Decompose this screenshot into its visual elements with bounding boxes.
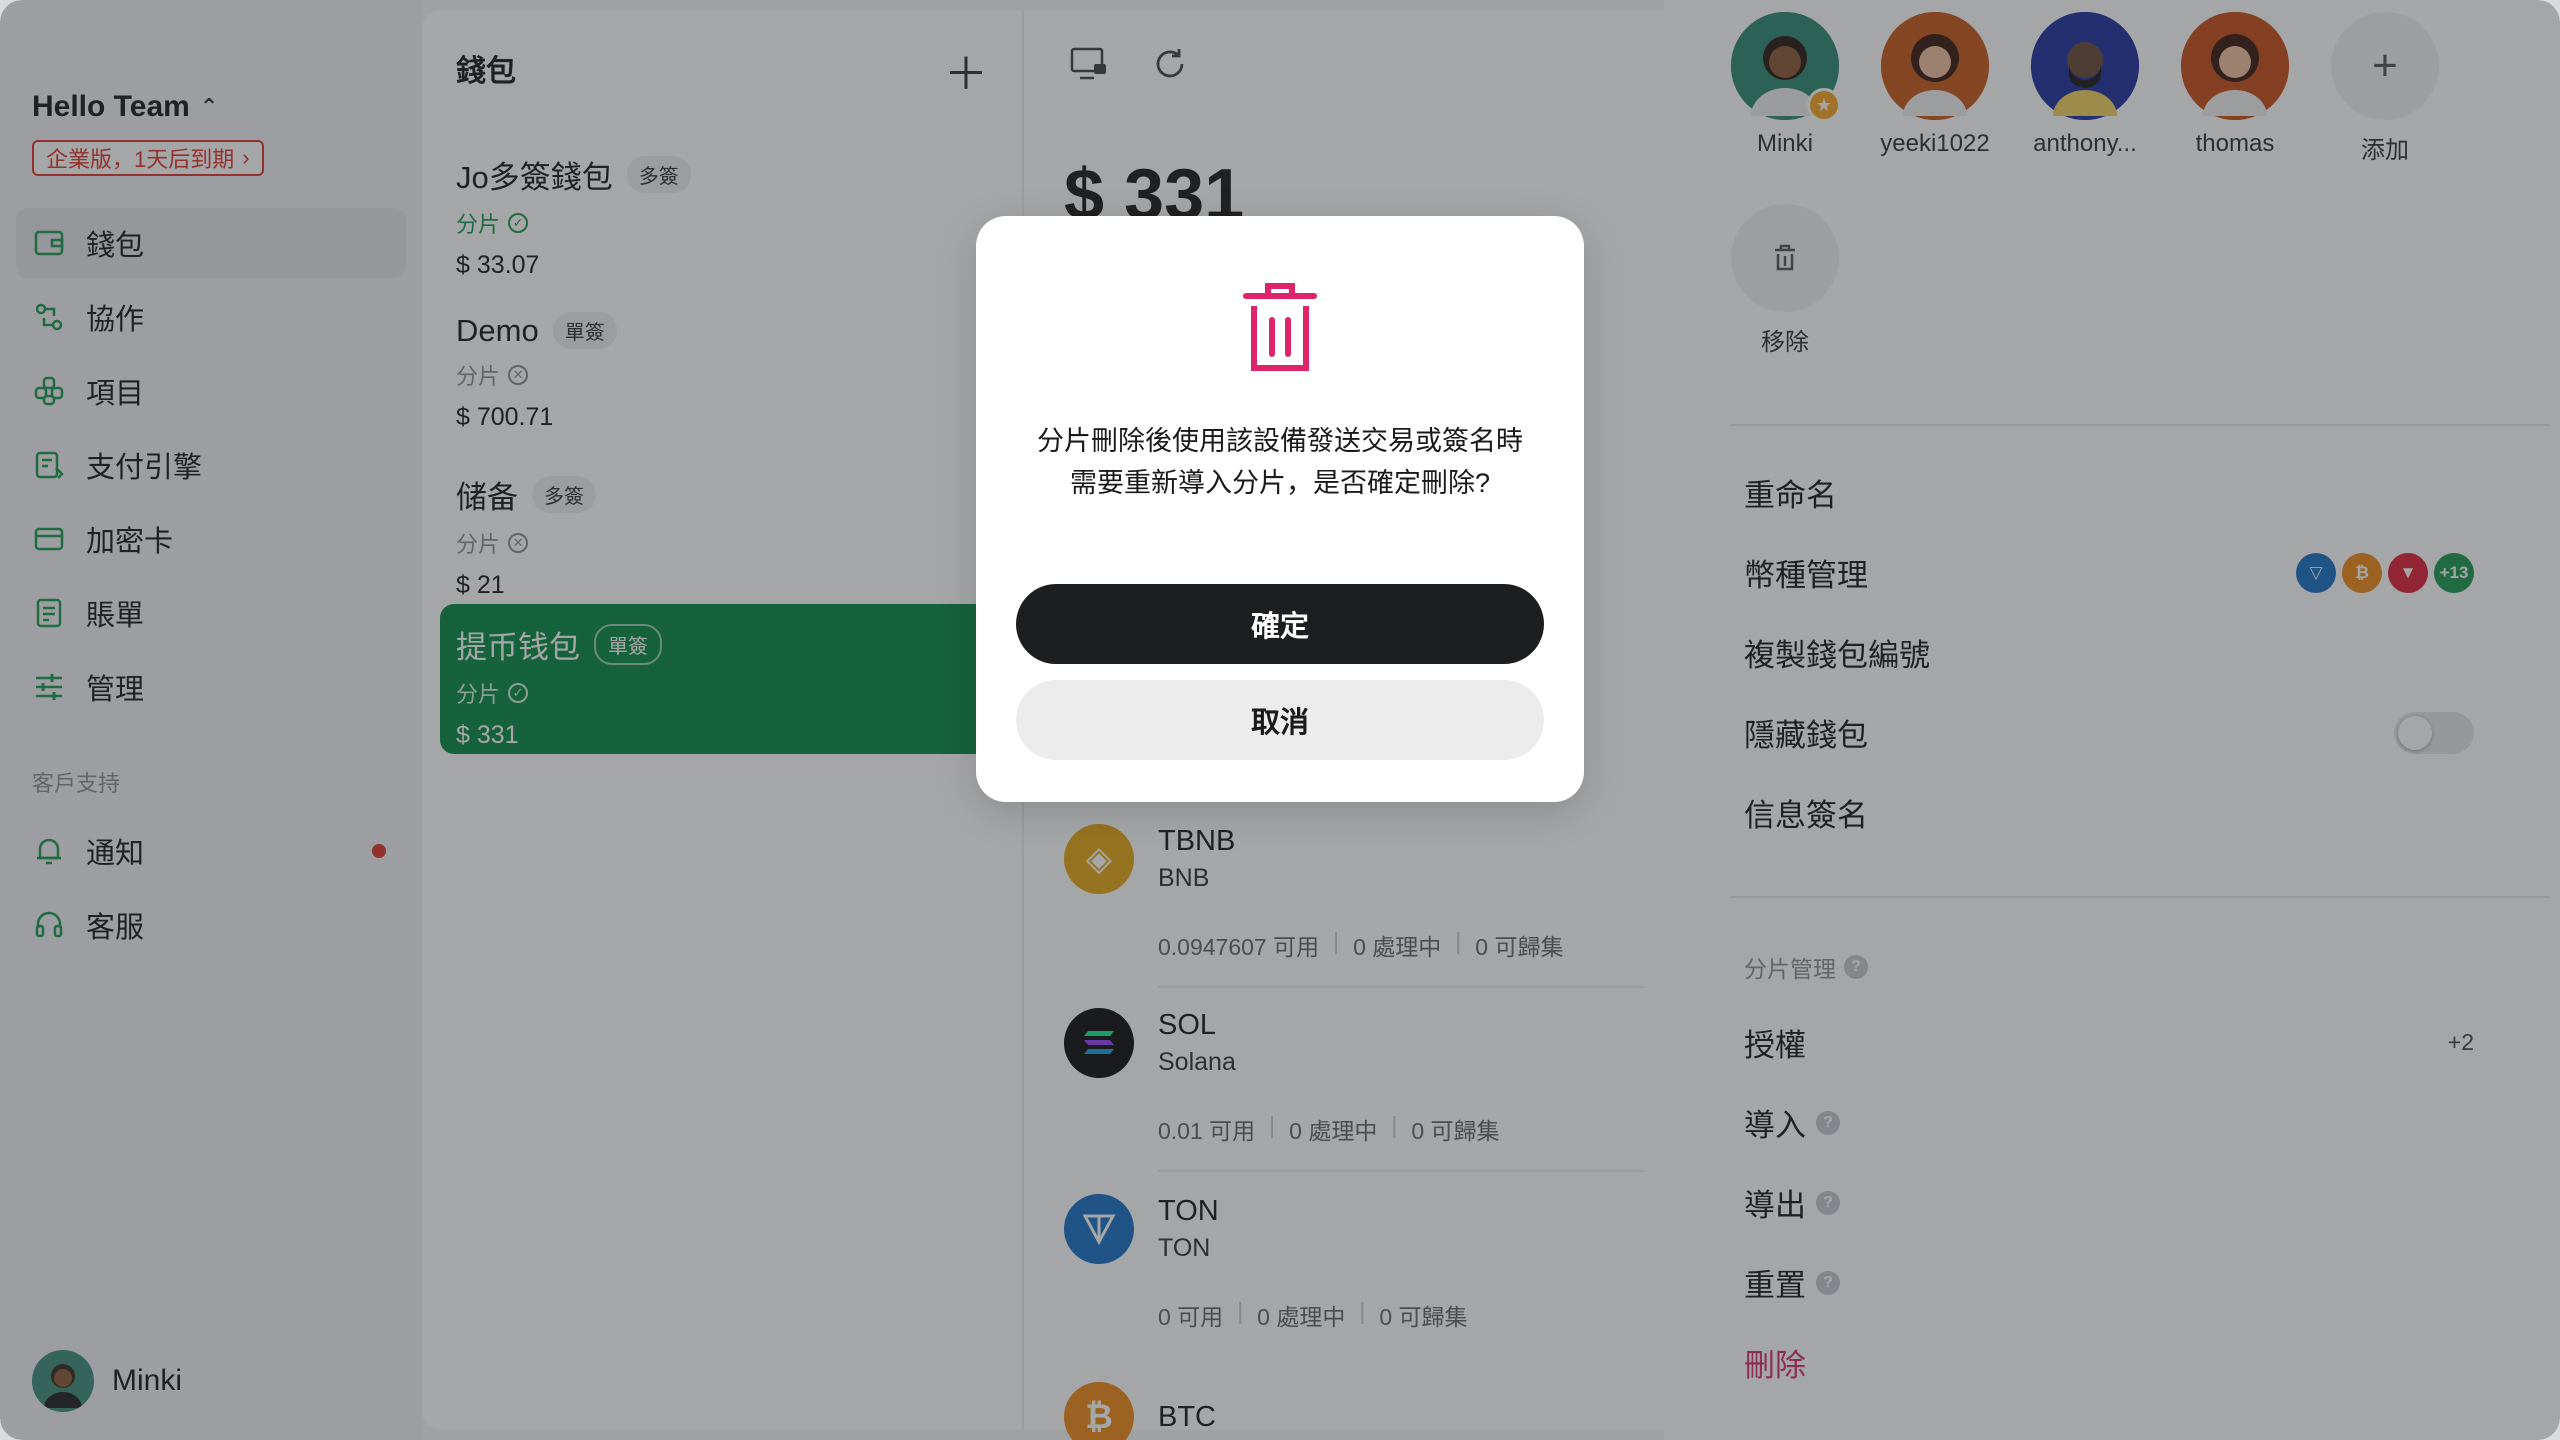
dialog-message-line: 需要重新導入分片，是否確定刪除? xyxy=(1069,468,1490,498)
dialog-message: 分片刪除後使用該設備發送交易或簽名時 需要重新導入分片，是否確定刪除? xyxy=(1016,420,1544,504)
delete-shard-dialog: 分片刪除後使用該設備發送交易或簽名時 需要重新導入分片，是否確定刪除? 確定 取… xyxy=(976,216,1584,802)
trash-icon xyxy=(1240,280,1320,376)
app-window: Hello Team ⌃ 企業版，1天后到期 › 錢包 協作 項目 支付引擎 加… xyxy=(0,0,2560,1440)
confirm-button[interactable]: 確定 xyxy=(1016,584,1544,664)
cancel-button[interactable]: 取消 xyxy=(1016,680,1544,760)
dialog-message-line: 分片刪除後使用該設備發送交易或簽名時 xyxy=(1037,426,1523,456)
